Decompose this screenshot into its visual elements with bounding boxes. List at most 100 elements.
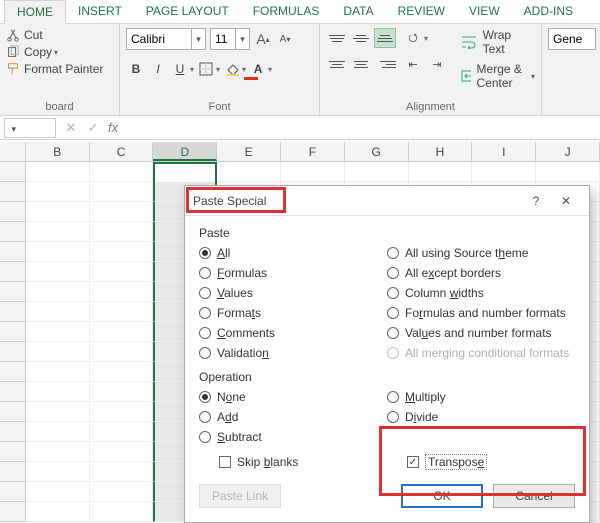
font-name-input[interactable] (127, 32, 191, 46)
format-painter-button[interactable]: Format Painter (6, 62, 113, 76)
cell[interactable] (26, 262, 90, 282)
cell[interactable] (26, 182, 90, 202)
cell[interactable] (153, 162, 217, 182)
paste-option-3[interactable]: Formulas and number formats (387, 306, 575, 320)
chevron-down-icon[interactable]: ▾ (424, 34, 428, 43)
operation-option-1[interactable]: Add (199, 410, 387, 424)
paste-link-button[interactable]: Paste Link (199, 484, 281, 508)
cell[interactable] (26, 282, 90, 302)
operation-option-0[interactable]: Multiply (387, 390, 575, 404)
cell[interactable] (26, 342, 90, 362)
cell[interactable] (90, 402, 154, 422)
ribbon-tab-data[interactable]: DATA (331, 0, 385, 23)
operation-option-1[interactable]: Divide (387, 410, 575, 424)
cell[interactable] (90, 182, 154, 202)
cell[interactable] (26, 482, 90, 502)
ok-button[interactable]: OK (401, 484, 483, 508)
operation-option-2[interactable]: Subtract (199, 430, 387, 444)
row-header[interactable] (0, 462, 26, 482)
orientation-button[interactable]: ⭯ (402, 28, 424, 48)
cell[interactable] (90, 282, 154, 302)
number-format-select[interactable] (548, 28, 596, 50)
close-button[interactable]: ✕ (551, 188, 581, 214)
paste-option-4[interactable]: Comments (199, 326, 387, 340)
cell[interactable] (90, 162, 154, 182)
cell[interactable] (90, 202, 154, 222)
paste-option-0[interactable]: All using Source theme (387, 246, 575, 260)
cancel-entry-button[interactable]: ✕ (60, 120, 82, 136)
cell[interactable] (90, 262, 154, 282)
borders-button[interactable] (196, 59, 216, 79)
cell[interactable] (26, 362, 90, 382)
font-size-select[interactable]: ▾ (210, 28, 250, 50)
cell[interactable] (26, 502, 90, 522)
cell[interactable] (345, 162, 409, 182)
cancel-button[interactable]: Cancel (493, 484, 575, 508)
paste-option-1[interactable]: All except borders (387, 266, 575, 280)
column-header-D[interactable]: D (153, 142, 217, 161)
align-center-button[interactable] (350, 54, 372, 74)
ribbon-tab-review[interactable]: REVIEW (386, 0, 457, 23)
row-header[interactable] (0, 402, 26, 422)
copy-button[interactable]: Copy ▾ (6, 45, 113, 59)
row-header[interactable] (0, 322, 26, 342)
chevron-down-icon[interactable]: ▾ (54, 48, 58, 57)
increase-indent-button[interactable]: ⇥ (426, 54, 448, 74)
column-header-E[interactable]: E (217, 142, 281, 161)
cut-button[interactable]: Cut (6, 28, 113, 42)
column-header-C[interactable]: C (90, 142, 154, 161)
row-header[interactable] (0, 342, 26, 362)
align-middle-button[interactable] (350, 28, 372, 48)
row-header[interactable] (0, 362, 26, 382)
decrease-font-button[interactable]: A▾ (276, 28, 294, 50)
cell[interactable] (90, 482, 154, 502)
cell[interactable] (26, 382, 90, 402)
chevron-down-icon[interactable]: ▾ (235, 29, 249, 49)
cell[interactable] (26, 302, 90, 322)
chevron-down-icon[interactable]: ▾ (190, 65, 194, 74)
align-left-button[interactable] (326, 54, 348, 74)
row-header[interactable] (0, 182, 26, 202)
cell[interactable] (26, 242, 90, 262)
row-header[interactable] (0, 482, 26, 502)
cell[interactable] (26, 322, 90, 342)
merge-center-button[interactable]: Merge & Center ▾ (461, 62, 535, 90)
font-size-input[interactable] (211, 32, 235, 46)
align-top-button[interactable] (326, 28, 348, 48)
cell[interactable] (26, 402, 90, 422)
cell[interactable] (26, 442, 90, 462)
row-header[interactable] (0, 242, 26, 262)
increase-font-button[interactable]: A▴ (254, 28, 272, 50)
chevron-down-icon[interactable]: ▾ (242, 65, 246, 74)
fx-label[interactable]: fx (104, 120, 118, 135)
row-header[interactable] (0, 162, 26, 182)
transpose-checkbox[interactable]: ✓ Transpose (407, 454, 575, 470)
operation-option-0[interactable]: None (199, 390, 387, 404)
wrap-text-button[interactable]: Wrap Text (461, 28, 535, 56)
chevron-down-icon[interactable]: ▾ (531, 72, 535, 81)
cell[interactable] (90, 462, 154, 482)
align-bottom-button[interactable] (374, 28, 396, 48)
chevron-down-icon[interactable]: ▾ (216, 65, 220, 74)
cell[interactable] (90, 342, 154, 362)
paste-option-3[interactable]: Formats (199, 306, 387, 320)
row-header[interactable] (0, 382, 26, 402)
font-name-select[interactable]: ▾ (126, 28, 206, 50)
underline-button[interactable]: U (170, 59, 190, 79)
ribbon-tab-insert[interactable]: INSERT (66, 0, 134, 23)
column-header-B[interactable]: B (26, 142, 90, 161)
cell[interactable] (281, 162, 345, 182)
skip-blanks-checkbox[interactable]: Skip blanks (219, 455, 387, 469)
row-header[interactable] (0, 202, 26, 222)
row-header[interactable] (0, 422, 26, 442)
cell[interactable] (26, 462, 90, 482)
paste-option-2[interactable]: Values (199, 286, 387, 300)
chevron-down-icon[interactable]: ▾ (268, 65, 272, 74)
chevron-down-icon[interactable]: ▾ (191, 29, 205, 49)
column-header-H[interactable]: H (409, 142, 473, 161)
column-header-J[interactable]: J (536, 142, 600, 161)
cell[interactable] (90, 422, 154, 442)
column-header-F[interactable]: F (281, 142, 345, 161)
paste-option-2[interactable]: Column widths (387, 286, 575, 300)
ribbon-tab-page-layout[interactable]: PAGE LAYOUT (134, 0, 241, 23)
